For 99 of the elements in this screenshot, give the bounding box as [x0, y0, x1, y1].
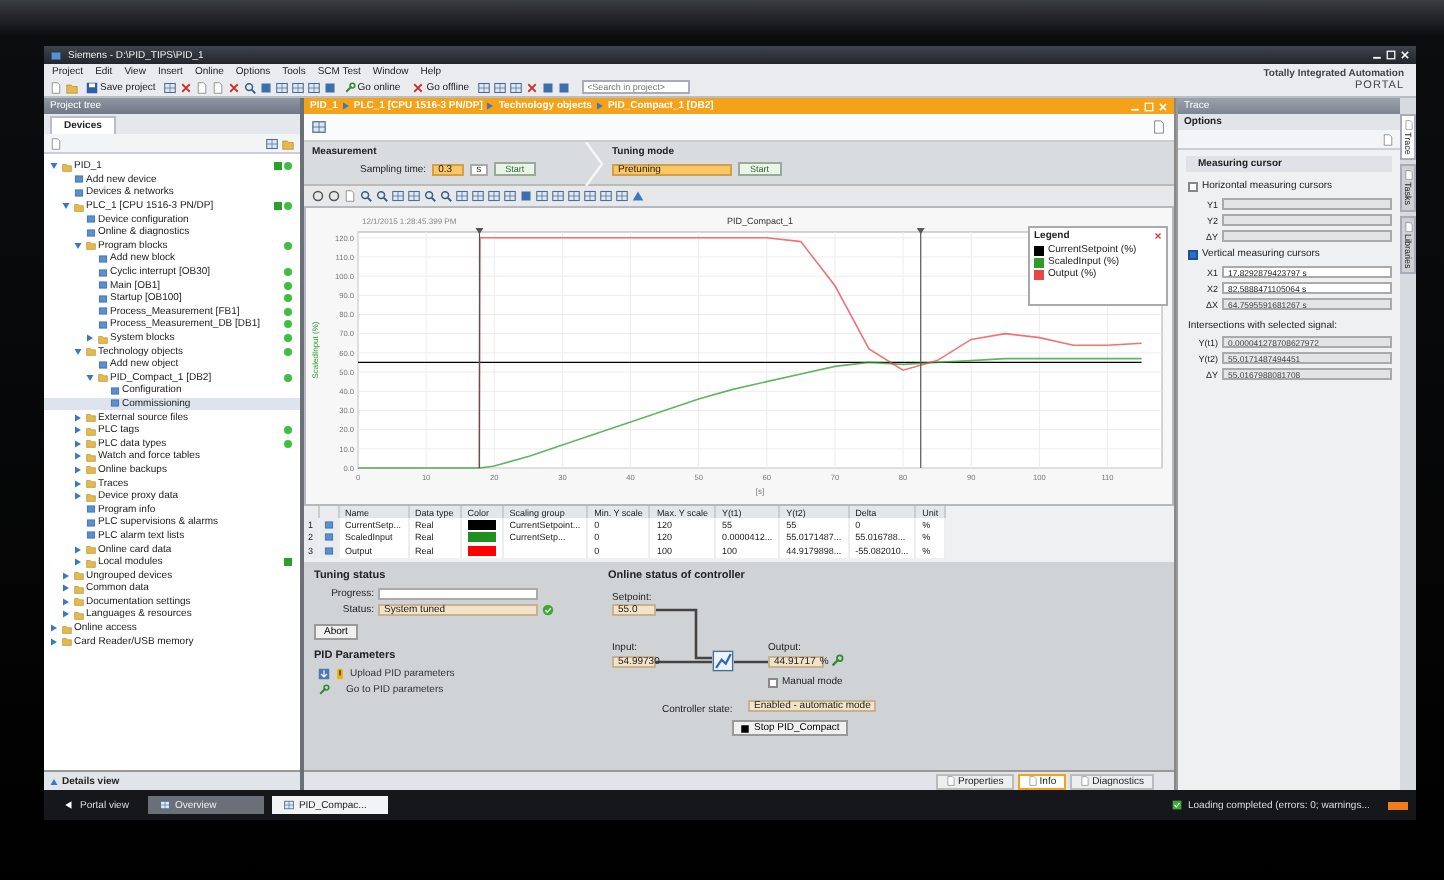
circle-icon[interactable] — [312, 190, 324, 202]
wrench-icon[interactable] — [830, 654, 844, 668]
folder-icon — [73, 201, 83, 212]
collapsed-caret-icon[interactable] — [85, 334, 93, 343]
page-icon — [1027, 776, 1038, 786]
separator-icon — [341, 102, 350, 110]
collapsed-caret-icon[interactable] — [73, 492, 81, 501]
grid-icon[interactable] — [536, 190, 548, 202]
grid-icon[interactable] — [392, 190, 404, 202]
checkbox[interactable] — [1188, 181, 1198, 191]
grid-icon[interactable] — [552, 190, 564, 202]
grid-icon[interactable] — [616, 190, 628, 202]
folder-icon — [85, 240, 95, 251]
collapsed-caret-icon[interactable] — [49, 624, 57, 633]
page-icon — [1080, 776, 1091, 786]
collapsed-caret-icon[interactable] — [73, 439, 81, 448]
grid-icon[interactable] — [600, 190, 612, 202]
collapsed-caret-icon[interactable] — [73, 479, 81, 488]
collapsed-caret-icon[interactable] — [73, 413, 81, 422]
cross-icon[interactable] — [227, 81, 240, 94]
check-icon — [542, 604, 554, 616]
square-icon[interactable] — [323, 81, 336, 94]
expanded-caret-icon[interactable] — [61, 202, 69, 211]
triangle-icon[interactable] — [632, 190, 644, 202]
folder-icon — [61, 161, 71, 172]
grid-icon[interactable] — [291, 81, 304, 94]
collapsed-caret-icon[interactable] — [73, 545, 81, 554]
check-icon — [1172, 800, 1182, 810]
grid-icon[interactable] — [488, 190, 500, 202]
grid-icon[interactable] — [504, 190, 516, 202]
warning-icon — [334, 668, 346, 680]
square-icon[interactable] — [520, 190, 532, 202]
folder-icon — [97, 372, 107, 383]
grid-icon[interactable] — [456, 190, 468, 202]
grid-icon[interactable] — [568, 190, 580, 202]
page-icon[interactable] — [344, 190, 356, 202]
grid-icon[interactable] — [493, 81, 506, 94]
grid-icon[interactable] — [312, 120, 326, 134]
cursor-line[interactable] — [916, 228, 925, 469]
page-icon[interactable] — [50, 81, 62, 94]
grid-icon — [284, 800, 295, 810]
grid-icon[interactable] — [266, 137, 278, 149]
collapsed-caret-icon[interactable] — [73, 558, 81, 567]
grid-icon[interactable] — [472, 190, 484, 202]
expanded-caret-icon[interactable] — [73, 347, 81, 356]
separator-icon — [486, 102, 495, 110]
magnifier-icon[interactable] — [243, 81, 256, 94]
checkbox[interactable] — [768, 677, 778, 687]
wrench-icon[interactable] — [318, 684, 330, 696]
left-arrow-icon — [64, 800, 74, 810]
caret-icon — [50, 777, 58, 785]
color-swatch[interactable] — [467, 545, 496, 556]
activity-indicator — [1388, 801, 1408, 809]
magnifier-icon[interactable] — [424, 190, 436, 202]
page-icon — [946, 776, 956, 786]
square-icon[interactable] — [541, 81, 554, 94]
magnifier-icon[interactable] — [440, 190, 452, 202]
color-swatch[interactable] — [467, 519, 496, 530]
magnifier-icon[interactable] — [360, 190, 372, 202]
collapsed-caret-icon[interactable] — [73, 452, 81, 461]
wire-drawing — [656, 608, 768, 664]
node-icon — [97, 253, 107, 264]
download-icon[interactable] — [318, 668, 330, 680]
grid-icon[interactable] — [509, 81, 522, 94]
expanded-caret-icon[interactable] — [73, 241, 81, 250]
square-icon[interactable] — [259, 81, 272, 94]
stop-icon — [740, 723, 750, 733]
grid-icon[interactable] — [477, 81, 490, 94]
separator-icon — [595, 102, 604, 110]
node-icon — [97, 359, 107, 370]
grid-icon[interactable] — [307, 81, 320, 94]
collapsed-caret-icon[interactable] — [61, 584, 69, 593]
collapsed-caret-icon[interactable] — [61, 597, 69, 606]
maximize-icon[interactable] — [1386, 50, 1396, 60]
cross-icon[interactable] — [525, 81, 538, 94]
magnifier-icon[interactable] — [376, 190, 388, 202]
collapsed-caret-icon[interactable] — [49, 637, 57, 646]
expanded-caret-icon[interactable] — [49, 162, 57, 171]
grid-icon[interactable] — [408, 190, 420, 202]
grid-icon[interactable] — [163, 81, 176, 94]
collapsed-caret-icon[interactable] — [61, 571, 69, 580]
wrench-icon — [343, 81, 356, 94]
grid-icon — [160, 800, 171, 810]
expanded-caret-icon[interactable] — [85, 373, 93, 382]
color-swatch[interactable] — [467, 532, 496, 543]
checkbox[interactable] — [1188, 249, 1198, 259]
cross-icon — [412, 81, 425, 94]
collapsed-caret-icon[interactable] — [61, 610, 69, 619]
controller-icon[interactable] — [712, 650, 734, 672]
collapsed-caret-icon[interactable] — [73, 426, 81, 435]
grid-icon[interactable] — [584, 190, 596, 202]
page-icon[interactable] — [1152, 120, 1166, 134]
square-icon[interactable] — [557, 81, 570, 94]
cross-icon[interactable] — [179, 81, 192, 94]
collapsed-caret-icon[interactable] — [73, 465, 81, 474]
circle-icon[interactable] — [328, 190, 340, 202]
app-icon — [50, 49, 62, 61]
cursor-line[interactable] — [475, 228, 484, 469]
grid-icon[interactable] — [275, 81, 288, 94]
